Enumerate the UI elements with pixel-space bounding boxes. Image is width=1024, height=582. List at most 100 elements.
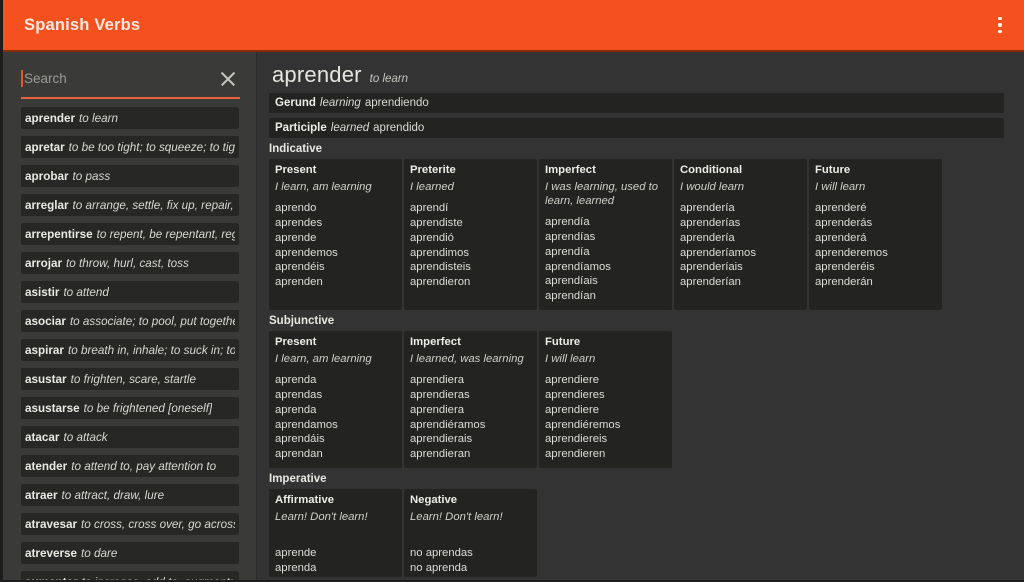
list-item[interactable]: arreglar to arrange, settle, fix up, repa… <box>21 194 239 216</box>
verb-header: aprender to learn <box>258 52 1024 93</box>
conjugation-form: aprendíamos <box>545 260 611 273</box>
list-item[interactable]: aprender to learn <box>21 107 239 129</box>
text-caret <box>21 70 23 87</box>
tense-card[interactable]: Imperfect I learned, was learning aprendie… <box>404 331 537 468</box>
verb-infinitive: atraer <box>25 488 58 502</box>
tense-card[interactable]: Conditional I would learn aprendería aprend… <box>674 159 807 310</box>
verb-definition: to repent, be repentant, regret <box>96 227 235 241</box>
tense-card-row: Present I learn, am learning aprendo aprend… <box>269 159 1024 310</box>
tense-meaning: I would learn <box>680 181 745 193</box>
verb-infinitive: atreverse <box>25 546 77 560</box>
list-item[interactable]: asustarse to be frightened [oneself] <box>21 397 239 419</box>
list-item[interactable]: apretar to be too tight; to squeeze; to t… <box>21 136 239 158</box>
conjugation-form: aprende <box>275 231 317 244</box>
conjugation-form: aprendías <box>545 231 596 244</box>
list-item[interactable]: asustar to frighten, scare, startle <box>21 368 239 390</box>
verb-infinitive: asociar <box>25 314 66 328</box>
verb-infinitive: asustar <box>25 372 67 386</box>
tense-card[interactable]: Preterite I learned aprendí aprendiste apren… <box>404 159 537 310</box>
tense-card[interactable]: Future I will learn aprendiere aprendieres a… <box>539 331 672 468</box>
conjugation-form: aprendimos <box>410 246 470 259</box>
conjugation-forms: aprendí aprendiste aprendió aprendimos apren… <box>410 201 537 290</box>
list-item[interactable]: atraer to attract, draw, lure <box>21 484 239 506</box>
conjugation-form: aprendas <box>275 388 323 401</box>
conjugation-form: aprenderíamos <box>680 246 756 259</box>
overflow-dot-2 <box>998 23 1002 27</box>
list-item[interactable]: arrepentirseto repent, be repentant, reg… <box>21 223 239 245</box>
conjugation-forms: aprendiere aprendieres aprendiere aprendiér… <box>545 373 672 462</box>
search-input[interactable]: Search <box>24 72 218 86</box>
tense-title: Future <box>815 164 851 176</box>
list-item[interactable]: aspirar to breath in, inhale; to suck in;… <box>21 339 239 361</box>
tense-card[interactable]: Future I will learn aprenderé aprenderás apr… <box>809 159 942 310</box>
search-field[interactable]: Search <box>21 60 240 97</box>
verb-infinitive: aumentar <box>25 576 78 581</box>
overflow-menu-icon[interactable] <box>988 11 1012 39</box>
participle-row: Participle learned aprendido <box>269 118 1004 138</box>
list-item[interactable]: atender to attend to, pay attention to <box>21 455 239 477</box>
page-title: aprender <box>272 62 362 87</box>
mood-sections: Indicative Present I learn, am learning apr… <box>258 143 1024 578</box>
tense-meaning: Learn! Don't learn! <box>410 510 503 523</box>
conjugation-form: aprendiera <box>410 374 465 387</box>
conjugation-form: aprendería <box>680 202 735 215</box>
conjugation-form: aprendamos <box>275 418 338 431</box>
conjugation-form: no aprenda <box>410 561 468 574</box>
verb-infinitive: asistir <box>25 285 60 299</box>
verb-definition: to attend <box>63 285 109 299</box>
gerund-spanish: aprendiendo <box>364 97 429 109</box>
verb-definition: to attend to, pay attention to <box>71 459 217 473</box>
tense-card[interactable]: Affirmative Learn! Don't learn! aprende ap… <box>269 488 402 578</box>
conjugation-form: aprenda <box>275 374 317 387</box>
conjugation-form: aprenderé <box>815 202 867 215</box>
verb-infinitive: atravesar <box>25 517 77 531</box>
tense-title: Conditional <box>680 164 743 176</box>
conjugation-form: aprendes <box>275 216 323 229</box>
tense-title: Present <box>275 336 317 348</box>
conjugation-form: aprenda <box>275 403 317 416</box>
verb-infinitive: arrojar <box>25 256 63 270</box>
verb-definition: to attract, draw, lure <box>61 488 165 502</box>
conjugation-form: aprenderá <box>815 231 867 244</box>
verb-definition: to learn <box>79 111 118 125</box>
verb-infinitive: aprender <box>25 111 76 125</box>
tense-card[interactable]: Imperfect I was learning, used to learn, … <box>539 159 672 310</box>
conjugation-forms: aprendía aprendías aprendía aprendíamos apre… <box>545 215 672 304</box>
participle-label: Participle <box>275 122 327 134</box>
list-item[interactable]: asociar to associate; to pool, put togeth… <box>21 310 239 332</box>
list-item[interactable]: aumentar to increase, add to, augment; to… <box>21 571 239 580</box>
conjugation-form: aprendía <box>545 245 590 258</box>
gerund-english: learning <box>319 97 361 109</box>
conjugation-form: aprendierais <box>410 433 473 446</box>
list-item[interactable]: aprobar to pass <box>21 165 239 187</box>
tense-meaning: I learn, am learning <box>275 353 372 365</box>
participle-english: learned <box>330 122 370 134</box>
verb-list[interactable]: aprender to learn apretar to be too tight; … <box>3 102 256 580</box>
verb-definition: to dare <box>81 546 118 560</box>
verb-definition: to pass <box>72 169 111 183</box>
list-item[interactable]: atreverse to dare <box>21 542 239 564</box>
tense-meaning: I learned, was learning <box>410 353 524 365</box>
conjugation-form: aprendéis <box>275 261 325 274</box>
mood-title: Subjunctive <box>269 315 335 327</box>
verb-infinitive: aprobar <box>25 169 69 183</box>
conjugation-forms: aprende aprenda <box>275 531 402 575</box>
conjugation-form: aprendían <box>545 290 596 303</box>
tense-meaning: I will learn <box>815 181 866 193</box>
verb-infinitive: arrepentirse <box>25 227 93 241</box>
participle-spanish: aprendido <box>373 122 425 134</box>
tense-title: Future <box>545 336 581 348</box>
list-item[interactable]: atacar to attack <box>21 426 239 448</box>
app-root: Spanish Verbs Search aprender to learn apr… <box>0 0 1024 582</box>
tense-card[interactable]: Present I learn, am learning aprendo aprend… <box>269 159 402 310</box>
list-item[interactable]: arrojar to throw, hurl, cast, toss <box>21 252 239 274</box>
list-item[interactable]: asistir to attend <box>21 281 239 303</box>
tense-meaning: I learned <box>410 181 454 193</box>
detail-panel: aprender to learn Gerund learning aprend… <box>258 52 1024 580</box>
mood-title: Indicative <box>269 143 323 155</box>
list-item[interactable]: atravesar to cross, cross over, go across… <box>21 513 239 535</box>
close-icon[interactable] <box>218 69 238 89</box>
tense-card[interactable]: Present I learn, am learning aprenda aprend… <box>269 331 402 468</box>
tense-card[interactable]: Negative Learn! Don't learn! no aprendas n… <box>404 488 537 578</box>
conjugation-form: aprendieran <box>410 448 471 461</box>
